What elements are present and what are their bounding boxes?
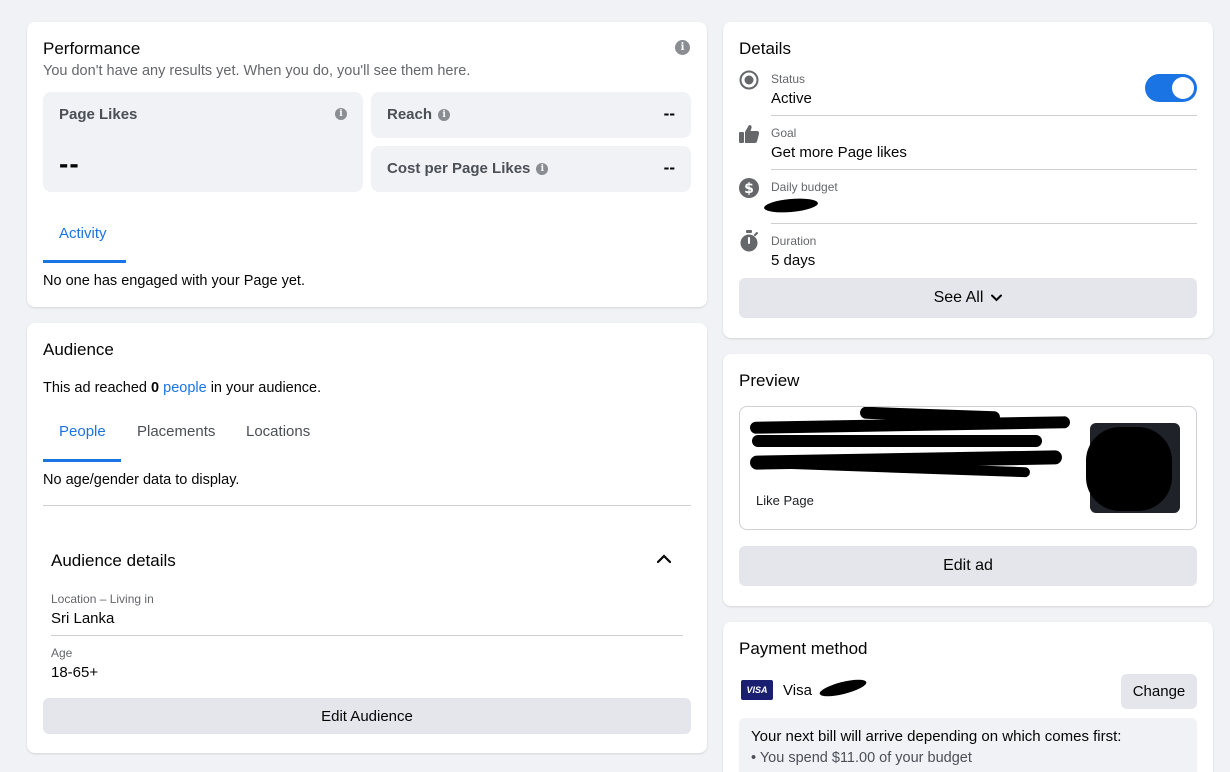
location-value: Sri Lanka	[51, 610, 115, 627]
page-likes-metric: Page Likes i --	[43, 92, 363, 192]
info-icon[interactable]: i	[675, 40, 690, 55]
status-label: Status	[771, 72, 806, 86]
duration-value: 5 days	[771, 252, 816, 269]
divider	[51, 635, 683, 636]
page-likes-label: Page Likes	[59, 106, 138, 123]
tab-placements[interactable]: Placements	[137, 423, 215, 440]
activity-empty-text: No one has engaged with your Page yet.	[43, 273, 305, 289]
divider	[771, 169, 1197, 170]
reach-metric: Reach i --	[371, 92, 691, 138]
cost-per-like-value: --	[663, 158, 675, 177]
bill-item-text: You spend $11.00 of your budget	[759, 750, 972, 766]
preview-card: Preview Like Page Edit ad	[723, 354, 1213, 606]
divider	[771, 115, 1197, 116]
visa-badge: VISA	[741, 680, 773, 700]
reach-value: --	[663, 104, 675, 123]
reached-count: 0	[151, 380, 160, 396]
preview-title: Preview	[739, 371, 800, 390]
details-title: Details	[739, 39, 791, 58]
age-gender-empty: No age/gender data to display.	[43, 472, 240, 488]
goal-label: Goal	[771, 126, 797, 140]
status-radio-icon	[739, 70, 759, 90]
cost-per-like-label: Cost per Page Likes i	[387, 160, 549, 177]
reached-prefix: This ad reached	[43, 380, 152, 396]
svg-text:$: $	[744, 181, 754, 197]
dollar-icon: $	[739, 178, 759, 198]
payment-method-card: Payment method VISA Visa Change Your nex…	[723, 622, 1213, 772]
performance-subtitle: You don't have any results yet. When you…	[43, 63, 471, 79]
toggle-knob	[1172, 77, 1194, 99]
tab-activity[interactable]: Activity	[59, 225, 107, 242]
info-icon[interactable]: i	[536, 162, 549, 175]
redacted-image	[1086, 427, 1172, 511]
page-likes-value: --	[59, 148, 80, 179]
audience-card: Audience This ad reached 0 people in you…	[27, 323, 707, 753]
performance-title: Performance	[43, 39, 141, 58]
redacted-text	[752, 435, 1042, 447]
age-value: 18-65+	[51, 664, 99, 681]
card-name: Visa	[783, 682, 812, 699]
divider	[771, 223, 1197, 224]
goal-value: Get more Page likes	[771, 144, 907, 161]
reach-label: Reach i	[387, 106, 451, 123]
people-link[interactable]: people	[163, 380, 207, 396]
info-icon[interactable]: i	[438, 108, 451, 121]
tab-people[interactable]: People	[59, 423, 106, 440]
reached-suffix: in your audience.	[206, 380, 322, 396]
see-all-label: See All	[933, 289, 984, 306]
divider	[43, 505, 691, 506]
duration-label: Duration	[771, 234, 817, 248]
ad-preview[interactable]: Like Page	[739, 406, 1197, 530]
edit-audience-button[interactable]: Edit Audience	[43, 698, 691, 734]
bill-info-box: Your next bill will arrive depending on …	[739, 718, 1197, 772]
daily-budget-label: Daily budget	[771, 180, 838, 194]
edit-ad-button[interactable]: Edit ad	[739, 546, 1197, 586]
age-label: Age	[51, 646, 73, 660]
tab-activity-underline	[43, 260, 126, 263]
bill-item: • You spend $11.00 of your budget	[751, 750, 972, 766]
audience-title: Audience	[43, 340, 114, 359]
status-value: Active	[771, 90, 812, 107]
tab-locations[interactable]: Locations	[246, 423, 310, 440]
bill-note: Your next bill will arrive depending on …	[751, 728, 1122, 745]
change-payment-button[interactable]: Change	[1121, 674, 1197, 709]
chevron-down-icon	[991, 294, 1003, 302]
tab-people-underline	[43, 459, 121, 462]
info-icon[interactable]: i	[335, 108, 347, 120]
thumbs-up-icon	[739, 125, 760, 143]
details-card: Details Status Active Goal Get more Page…	[723, 22, 1213, 338]
ad-thumbnail	[1086, 423, 1180, 513]
see-all-button[interactable]: See All	[739, 278, 1197, 318]
like-page-text: Like Page	[756, 493, 814, 508]
status-toggle[interactable]	[1145, 74, 1197, 102]
performance-card: Performance i You don't have any results…	[27, 22, 707, 307]
stopwatch-icon	[740, 230, 758, 252]
payment-title: Payment method	[739, 639, 868, 658]
chevron-up-icon[interactable]	[657, 554, 671, 564]
audience-details-title: Audience details	[51, 551, 176, 570]
cost-per-like-metric: Cost per Page Likes i --	[371, 146, 691, 192]
location-label: Location – Living in	[51, 592, 154, 606]
audience-reached-text: This ad reached 0 people in your audienc…	[43, 380, 321, 396]
redacted-budget	[763, 196, 819, 215]
redacted-card-number	[818, 676, 868, 700]
